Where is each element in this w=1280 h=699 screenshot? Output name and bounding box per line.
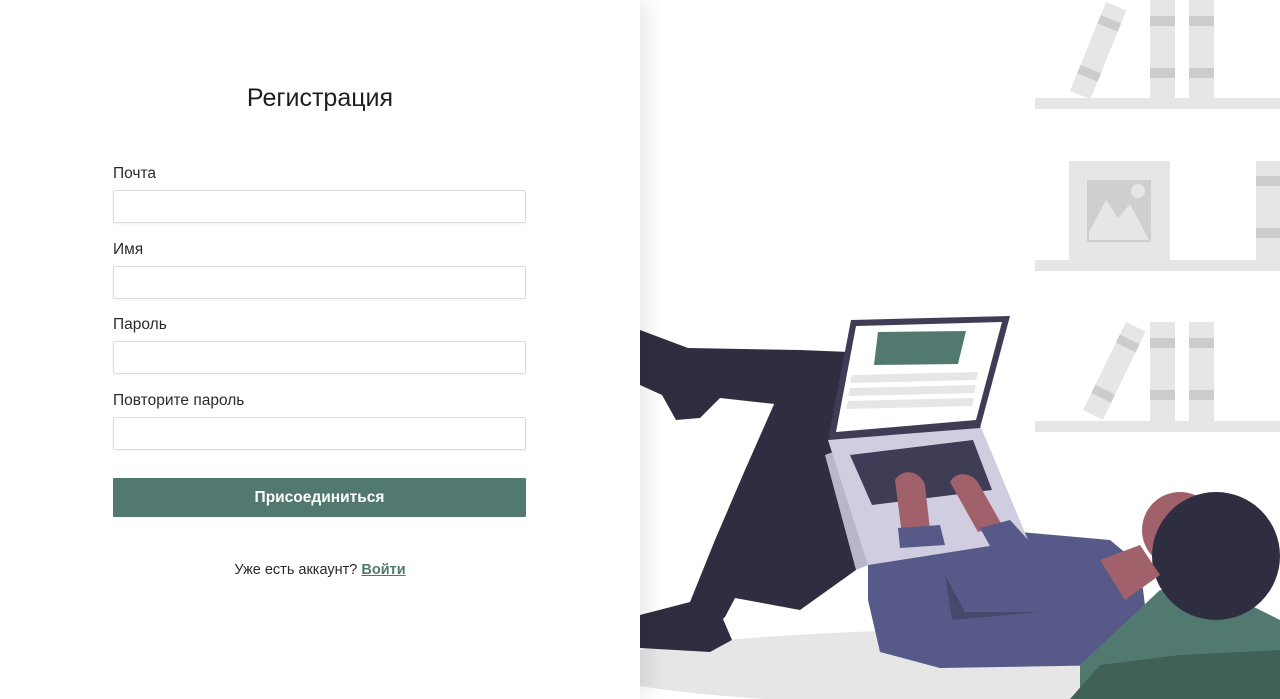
repeat-password-field[interactable]	[113, 417, 526, 450]
password-label: Пароль	[113, 316, 167, 333]
repeat-password-label: Повторите пароль	[113, 392, 245, 409]
email-label: Почта	[113, 165, 157, 182]
login-prompt-line: Уже есть аккаунт? Войти	[0, 562, 640, 578]
join-button[interactable]: Присоединиться	[113, 478, 526, 517]
login-prompt-text: Уже есть аккаунт?	[234, 562, 358, 578]
registration-panel: Регистрация Почта Имя Пароль Повторите п…	[0, 0, 640, 699]
illustration-panel	[640, 0, 1280, 699]
page-title: Регистрация	[246, 84, 394, 112]
bookshelf-icon	[1035, 0, 1280, 432]
person-with-laptop-illustration	[640, 0, 1280, 699]
login-link[interactable]: Войти	[361, 562, 405, 578]
name-field[interactable]	[113, 266, 526, 299]
name-label: Имя	[113, 241, 144, 258]
email-field[interactable]	[113, 190, 526, 223]
password-field[interactable]	[113, 341, 526, 374]
